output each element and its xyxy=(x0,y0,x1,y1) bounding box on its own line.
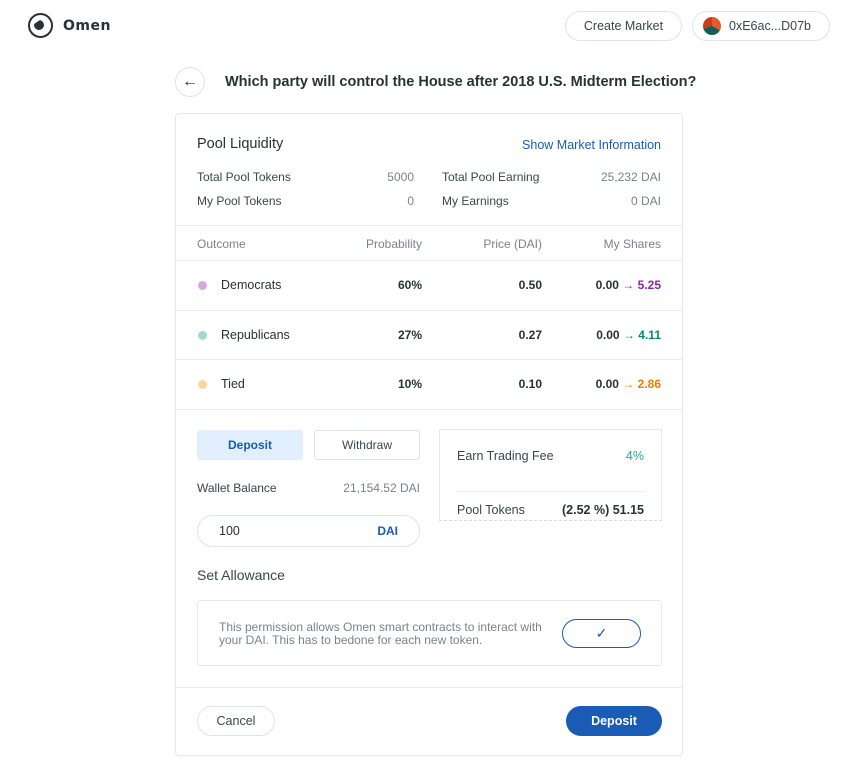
check-icon: ✓ xyxy=(595,625,608,641)
shares-from: 0.00 xyxy=(596,328,620,342)
earn-trading-fee-label: Earn Trading Fee xyxy=(457,449,554,463)
outcome-shares: 0.00 → 2.86 xyxy=(596,377,661,391)
deposit-button[interactable]: Deposit xyxy=(566,706,662,736)
pool-liquidity-heading: Pool Liquidity xyxy=(197,136,284,152)
top-bar: Omen Create Market 0xE6ac...D07b xyxy=(0,0,851,52)
pool-tokens-value: (2.52 %) 51.15 xyxy=(562,503,644,517)
table-row[interactable]: Republicans 27% 0.27 0.00 → 4.11 xyxy=(176,311,682,360)
table-header-price: Price (DAI) xyxy=(483,237,542,251)
outcome-name: Democrats xyxy=(221,278,282,292)
outcome-shares: 0.00 → 5.25 xyxy=(596,278,661,292)
tab-withdraw[interactable]: Withdraw xyxy=(314,430,420,460)
total-pool-tokens-label: Total Pool Tokens xyxy=(197,170,291,184)
amount-input[interactable] xyxy=(219,524,339,538)
approve-allowance-button[interactable]: ✓ xyxy=(562,619,641,648)
table-row[interactable]: Democrats 60% 0.50 0.00 → 5.25 xyxy=(176,261,682,310)
cancel-button[interactable]: Cancel xyxy=(197,706,275,736)
omen-logo-icon xyxy=(28,13,53,38)
my-pool-tokens-value: 0 xyxy=(407,194,414,208)
wallet-button[interactable]: 0xE6ac...D07b xyxy=(692,11,830,41)
outcome-name: Tied xyxy=(221,377,245,391)
wallet-avatar-icon xyxy=(703,17,721,35)
amount-field[interactable]: DAI xyxy=(197,515,420,547)
outcome-price: 0.27 xyxy=(518,328,542,342)
divider xyxy=(176,409,682,410)
divider xyxy=(176,687,682,688)
fee-summary-box: Earn Trading Fee 4% Pool Tokens (2.52 %)… xyxy=(439,429,662,521)
create-market-button[interactable]: Create Market xyxy=(565,11,682,41)
shares-to: 5.25 xyxy=(637,278,661,292)
table-header-probability: Probability xyxy=(365,237,422,251)
arrow-right-icon: → xyxy=(622,328,635,342)
tab-deposit[interactable]: Deposit xyxy=(197,430,303,460)
total-pool-earning-label: Total Pool Earning xyxy=(442,170,540,184)
table-header-my-shares: My Shares xyxy=(603,237,661,251)
shares-to: 2.86 xyxy=(637,377,661,391)
wallet-balance-value: 21,154.52 DAI xyxy=(343,481,420,495)
outcome-probability: 60% xyxy=(397,278,422,292)
total-pool-tokens-value: 5000 xyxy=(387,170,414,184)
page-title-row: ← Which party will control the House aft… xyxy=(175,67,696,97)
outcome-color-dot xyxy=(198,281,207,290)
set-allowance-heading: Set Allowance xyxy=(197,567,285,583)
back-button[interactable]: ← xyxy=(175,67,205,97)
pool-liquidity-card: Pool Liquidity Show Market Information T… xyxy=(175,113,683,756)
arrow-right-icon: → xyxy=(622,278,635,292)
outcome-probability: 27% xyxy=(397,328,422,342)
total-pool-earning-value: 25,232 DAI xyxy=(600,170,661,184)
allowance-box: This permission allows Omen smart contra… xyxy=(197,600,662,666)
my-earnings-label: My Earnings xyxy=(442,194,509,208)
wallet-balance-label: Wallet Balance xyxy=(197,481,277,495)
earn-trading-fee-value: 4% xyxy=(625,449,644,463)
outcome-name: Republicans xyxy=(221,328,290,342)
wallet-address: 0xE6ac...D07b xyxy=(729,19,811,33)
pool-tokens-label: Pool Tokens xyxy=(457,503,525,517)
shares-from: 0.00 xyxy=(595,377,619,391)
my-pool-tokens-label: My Pool Tokens xyxy=(197,194,282,208)
arrow-right-icon: → xyxy=(622,377,635,391)
outcome-probability: 10% xyxy=(397,377,422,391)
table-row[interactable]: Tied 10% 0.10 0.00 → 2.86 xyxy=(176,360,682,409)
logo-text: Omen xyxy=(63,17,111,34)
shares-to: 4.11 xyxy=(638,328,661,342)
outcome-price: 0.50 xyxy=(518,278,542,292)
shares-from: 0.00 xyxy=(595,278,619,292)
page-title: Which party will control the House after… xyxy=(225,74,697,90)
amount-unit: DAI xyxy=(377,524,398,538)
divider xyxy=(176,225,682,226)
outcome-color-dot xyxy=(198,331,207,340)
arrow-left-icon: ← xyxy=(182,73,198,90)
table-header-outcome: Outcome xyxy=(197,237,246,251)
show-market-information-link[interactable]: Show Market Information xyxy=(522,138,661,152)
allowance-description: This permission allows Omen smart contra… xyxy=(219,620,542,647)
my-earnings-value: 0 DAI xyxy=(630,194,661,208)
outcome-color-dot xyxy=(198,380,207,389)
outcome-price: 0.10 xyxy=(518,377,542,391)
outcome-shares: 0.00 → 4.11 xyxy=(596,328,661,342)
omen-logo[interactable]: Omen xyxy=(28,13,111,38)
